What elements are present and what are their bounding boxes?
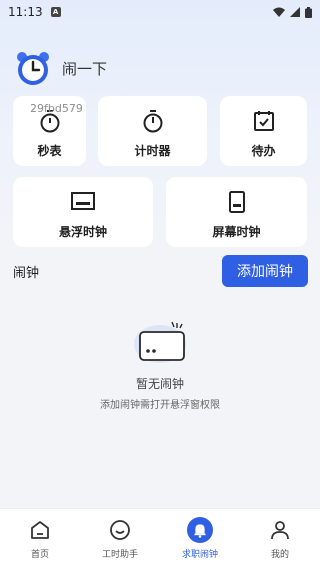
screen-clock-label: 屏幕时钟 xyxy=(212,225,261,239)
battery-icon xyxy=(305,6,312,18)
bell-icon xyxy=(187,517,213,543)
app-name: 闹一下 xyxy=(62,59,108,78)
timer-label: 计时器 xyxy=(134,144,171,158)
empty-state-title: 暂无闹钟 xyxy=(135,377,184,391)
signal-icon xyxy=(290,7,300,17)
status-time: 11:13 xyxy=(8,5,43,19)
empty-alarm-illustration-icon xyxy=(134,321,186,363)
tab-home-label: 首页 xyxy=(30,550,49,560)
tab-profile-label: 我的 xyxy=(270,550,289,560)
floating-clock-icon xyxy=(70,189,96,215)
floating-clock-label: 悬浮时钟 xyxy=(58,225,107,239)
alarm-clock-logo-icon xyxy=(17,52,49,85)
timer-tile[interactable]: 计时器 xyxy=(98,96,207,166)
notification-icon: A xyxy=(50,7,61,17)
stopwatch-label: 秒表 xyxy=(37,144,62,158)
bottom-tab-bar: 首页 工时助手 求职闹钟 我的 xyxy=(0,508,320,568)
todo-icon xyxy=(251,108,277,134)
empty-state-description: 添加闹钟需打开悬浮窗权限 xyxy=(100,400,220,411)
alarm-section-title: 闹钟 xyxy=(13,266,40,281)
user-icon xyxy=(267,517,293,543)
home-icon xyxy=(27,517,53,543)
todo-tile[interactable]: 待办 xyxy=(220,96,307,166)
todo-label: 待办 xyxy=(251,144,276,158)
screen-clock-icon xyxy=(224,189,250,215)
floating-clock-tile[interactable]: 悬浮时钟 xyxy=(13,177,153,247)
screen-clock-tile[interactable]: 屏幕时钟 xyxy=(166,177,307,247)
watermark-text: 29fbd579 xyxy=(30,102,83,115)
timer-icon xyxy=(140,108,166,134)
app-header: 闹一下 xyxy=(14,48,107,88)
tab-profile[interactable]: 我的 xyxy=(240,509,320,568)
wifi-icon xyxy=(273,7,285,17)
tab-home[interactable]: 首页 xyxy=(0,509,80,568)
add-alarm-button[interactable]: 添加闹钟 xyxy=(222,255,308,287)
tab-job-alarm-label: 求职闹钟 xyxy=(181,550,218,560)
tab-work-hours-label: 工时助手 xyxy=(101,550,138,560)
status-icons xyxy=(273,6,312,18)
tab-job-alarm[interactable]: 求职闹钟 xyxy=(160,509,240,568)
status-bar: 11:13 A xyxy=(0,0,320,24)
tab-work-hours[interactable]: 工时助手 xyxy=(80,509,160,568)
smile-icon xyxy=(107,517,133,543)
